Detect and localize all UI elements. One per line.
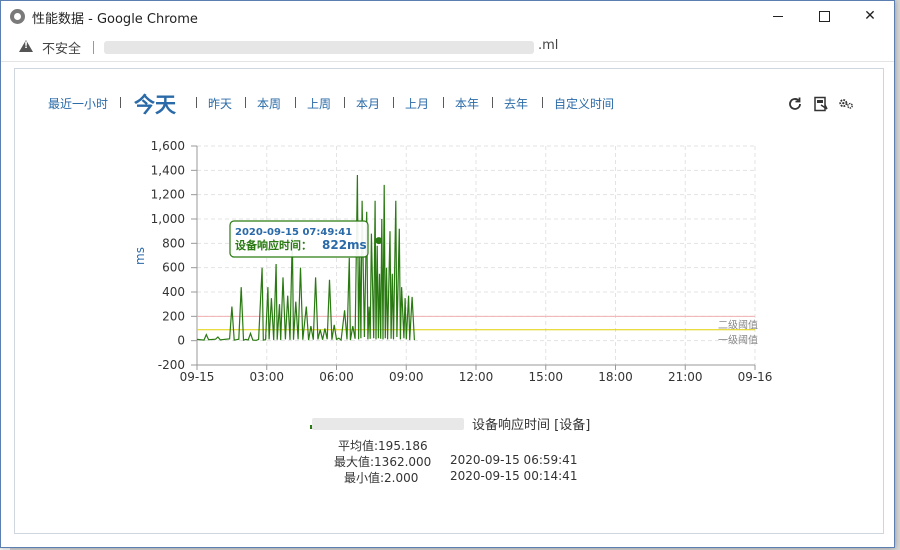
tooltip-time: 2020-09-15 07:49:41 bbox=[235, 227, 352, 238]
max-time: 2020-09-15 06:59:41 bbox=[450, 453, 578, 467]
tooltip-value: 822ms bbox=[322, 238, 367, 252]
y-axis-label: ms bbox=[133, 247, 147, 265]
avg-value: 平均值:195.186 bbox=[338, 439, 428, 453]
y-tick-label: 1,600 bbox=[151, 139, 185, 153]
response-time-chart: -20002004006008001,0001,2001,4001,60009-… bbox=[133, 139, 773, 384]
y-tick-label: 200 bbox=[162, 309, 185, 323]
x-tick-label: 09-16 bbox=[738, 370, 773, 384]
x-tick-label: 12:00 bbox=[459, 370, 494, 384]
x-tick-label: 18:00 bbox=[598, 370, 633, 384]
y-tick-label: 0 bbox=[177, 334, 185, 348]
y-tick-label: 400 bbox=[162, 285, 185, 299]
y-tick-label: 600 bbox=[162, 261, 185, 275]
tooltip-label: 设备响应时间： bbox=[235, 238, 312, 252]
x-tick-label: 15:00 bbox=[528, 370, 563, 384]
legend-series-name: 设备响应时间 [设备] bbox=[472, 418, 591, 433]
x-tick-label: 21:00 bbox=[668, 370, 703, 384]
x-tick-label: 03:00 bbox=[249, 370, 284, 384]
series-line bbox=[196, 174, 415, 342]
x-tick-label: 09-15 bbox=[180, 370, 215, 384]
threshold-label: 一级阈值 bbox=[718, 334, 758, 347]
y-tick-label: 1,400 bbox=[151, 163, 185, 177]
y-tick-label: 1,000 bbox=[151, 212, 185, 226]
min-time: 2020-09-15 00:14:41 bbox=[450, 469, 578, 483]
legend-device-redacted bbox=[312, 418, 464, 430]
min-value: 最小值:2.000 bbox=[344, 471, 419, 485]
hover-point bbox=[375, 237, 383, 245]
y-tick-label: 800 bbox=[162, 236, 185, 250]
x-tick-label: 09:00 bbox=[389, 370, 424, 384]
y-tick-label: 1,200 bbox=[151, 188, 185, 202]
max-value: 最大值:1362.000 bbox=[334, 455, 432, 469]
x-tick-label: 06:00 bbox=[319, 370, 354, 384]
